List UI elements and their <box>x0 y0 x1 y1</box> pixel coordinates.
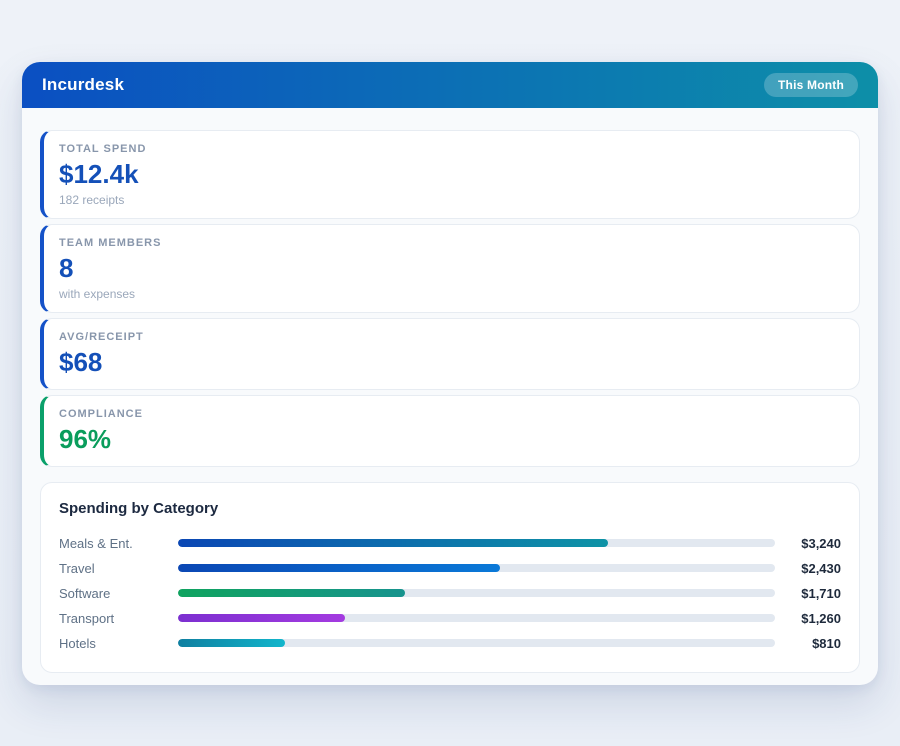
bar-fill <box>178 539 608 547</box>
bar-track <box>178 539 775 547</box>
stat-label: AVG/RECEIPT <box>59 331 841 343</box>
stat-value: 8 <box>59 254 841 284</box>
stat-value: 96% <box>59 425 841 455</box>
dashboard-card: Incurdesk This Month TOTAL SPEND $12.4k … <box>22 62 878 685</box>
category-row-meals: Meals & Ent. $3,240 <box>59 531 841 556</box>
spending-by-category-card: Spending by Category Meals & Ent. $3,240… <box>40 482 860 673</box>
category-label: Software <box>59 586 178 601</box>
app-header: Incurdesk This Month <box>22 62 878 108</box>
category-value: $2,430 <box>783 561 841 576</box>
stat-value: $12.4k <box>59 160 841 190</box>
stat-value: $68 <box>59 348 841 378</box>
stat-card-total-spend: TOTAL SPEND $12.4k 182 receipts <box>40 130 860 219</box>
stat-label: TOTAL SPEND <box>59 143 841 155</box>
category-row-travel: Travel $2,430 <box>59 556 841 581</box>
stat-subtext: 182 receipts <box>59 193 841 207</box>
category-row-transport: Transport $1,260 <box>59 606 841 631</box>
category-row-software: Software $1,710 <box>59 581 841 606</box>
category-label: Meals & Ent. <box>59 536 178 551</box>
category-value: $3,240 <box>783 536 841 551</box>
dashboard-content: TOTAL SPEND $12.4k 182 receipts TEAM MEM… <box>22 108 878 673</box>
category-value: $810 <box>783 636 841 651</box>
category-label: Travel <box>59 561 178 576</box>
bar-fill <box>178 564 500 572</box>
stat-subtext: with expenses <box>59 287 841 301</box>
chart-title: Spending by Category <box>59 500 841 517</box>
category-row-hotels: Hotels $810 <box>59 631 841 656</box>
category-label: Hotels <box>59 636 178 651</box>
bar-fill <box>178 639 285 647</box>
stat-label: COMPLIANCE <box>59 408 841 420</box>
app-title: Incurdesk <box>42 75 124 95</box>
page-background: { "header": { "title": "Incurdesk", "bad… <box>0 0 900 746</box>
category-value: $1,710 <box>783 586 841 601</box>
category-label: Transport <box>59 611 178 626</box>
period-badge-button[interactable]: This Month <box>764 73 858 97</box>
bar-track <box>178 589 775 597</box>
stat-label: TEAM MEMBERS <box>59 237 841 249</box>
stat-card-compliance: COMPLIANCE 96% <box>40 395 860 467</box>
bar-fill <box>178 614 345 622</box>
bar-track <box>178 614 775 622</box>
bar-track <box>178 564 775 572</box>
bar-fill <box>178 589 405 597</box>
bar-track <box>178 639 775 647</box>
category-value: $1,260 <box>783 611 841 626</box>
stat-card-team-members: TEAM MEMBERS 8 with expenses <box>40 224 860 313</box>
stat-card-avg-receipt: AVG/RECEIPT $68 <box>40 318 860 390</box>
